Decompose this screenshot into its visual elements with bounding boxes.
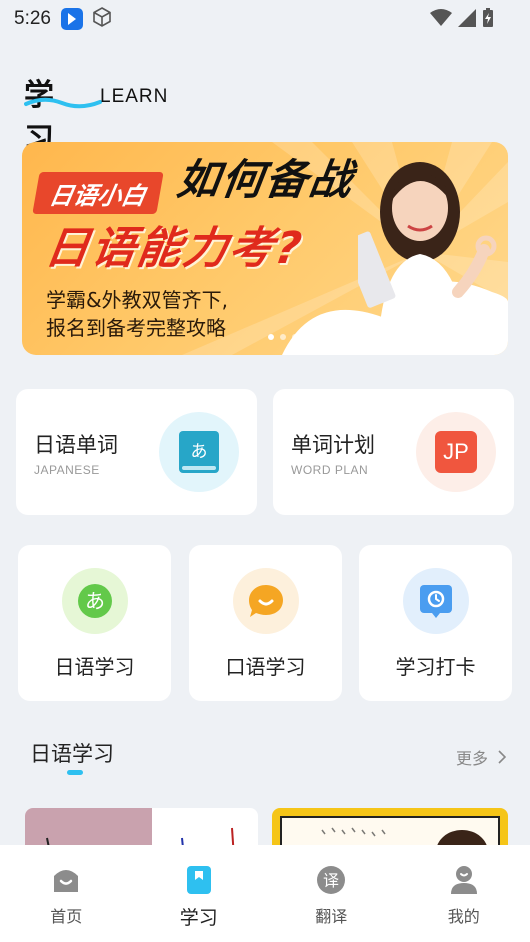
nav-home[interactable]: 首页 <box>0 845 133 942</box>
app-notification-icon <box>60 8 83 30</box>
logo-wave-icon <box>24 97 102 109</box>
card-title: 日语单词 <box>34 433 118 457</box>
nav-learn[interactable]: 学习 <box>133 845 266 942</box>
svg-text:あ: あ <box>85 589 105 613</box>
more-link[interactable]: 更多 <box>456 745 506 769</box>
card-subtitle: JAPANESE <box>34 463 100 477</box>
banner-title-line2: 日语能力考? <box>41 223 307 274</box>
card-icon-circle: あ <box>62 568 128 634</box>
japanese-study-card[interactable]: あ 日语学习 <box>18 545 171 701</box>
card-icon-circle <box>233 568 299 634</box>
promo-banner[interactable]: 日语小白 如何备战 日语能力考? 学霸&外教双管齐下, 报名到备考完整攻略 <box>22 142 508 355</box>
svg-text:译: 译 <box>323 871 339 890</box>
card-subtitle: WORD PLAN <box>291 463 369 477</box>
banner-pagination <box>268 334 298 340</box>
wifi-icon <box>430 9 452 31</box>
translate-icon: 译 <box>316 865 346 895</box>
card-title: 单词计划 <box>291 433 375 457</box>
card-icon-circle: あ <box>159 412 239 492</box>
card-label: 日语学习 <box>54 655 135 679</box>
nav-profile[interactable]: 我的 <box>398 845 530 942</box>
card-label: 学习打卡 <box>395 655 476 679</box>
banner-subtitle: 学霸&外教双管齐下, 报名到备考完整攻略 <box>46 286 228 342</box>
battery-charging-icon <box>482 8 494 32</box>
word-plan-card[interactable]: 单词计划 WORD PLAN JP <box>273 389 514 515</box>
bookmark-book-icon <box>184 865 214 895</box>
card-icon-circle <box>403 568 469 634</box>
card-label: 口语学习 <box>225 655 306 679</box>
banner-subtitle-line2: 报名到备考完整攻略 <box>46 316 226 340</box>
banner-person-illustration <box>358 162 497 355</box>
more-label: 更多 <box>455 749 488 768</box>
nav-label: 我的 <box>447 907 480 926</box>
speech-bubble-icon <box>249 585 283 617</box>
banner-title-line1: 如何备战 <box>174 155 358 204</box>
nav-label: 翻译 <box>315 907 348 926</box>
jp-icon: JP <box>435 431 477 473</box>
cube-icon <box>91 6 113 32</box>
banner-dot[interactable] <box>280 334 286 340</box>
home-icon <box>51 865 81 895</box>
nav-label: 首页 <box>50 907 83 926</box>
nav-label: 学习 <box>179 907 218 929</box>
bottom-nav: 首页 学习 译 翻译 我的 <box>0 845 530 942</box>
kana-circle-icon: あ <box>78 584 112 618</box>
banner-dot[interactable] <box>268 334 274 340</box>
banner-tag: 日语小白 <box>32 172 164 214</box>
section-underline <box>67 770 83 775</box>
location-pin-icon <box>420 585 452 618</box>
section-title: 日语学习 <box>30 742 114 766</box>
banner-dot[interactable] <box>292 334 298 340</box>
status-bar: 5:26 <box>0 0 530 38</box>
nav-translate[interactable]: 译 翻译 <box>265 845 398 942</box>
signal-icon <box>458 9 476 31</box>
logo-en: LEARN <box>100 86 169 107</box>
speaking-study-card[interactable]: 口语学习 <box>189 545 342 701</box>
japanese-words-card[interactable]: 日语单词 JAPANESE あ <box>16 389 257 515</box>
kana-book-icon: あ <box>179 431 219 473</box>
card-icon-circle: JP <box>416 412 496 492</box>
study-checkin-card[interactable]: 学习打卡 <box>359 545 512 701</box>
profile-icon <box>449 865 479 895</box>
banner-subtitle-line1: 学霸&外教双管齐下, <box>46 288 228 312</box>
chevron-right-icon <box>498 750 506 764</box>
status-time: 5:26 <box>14 8 51 29</box>
